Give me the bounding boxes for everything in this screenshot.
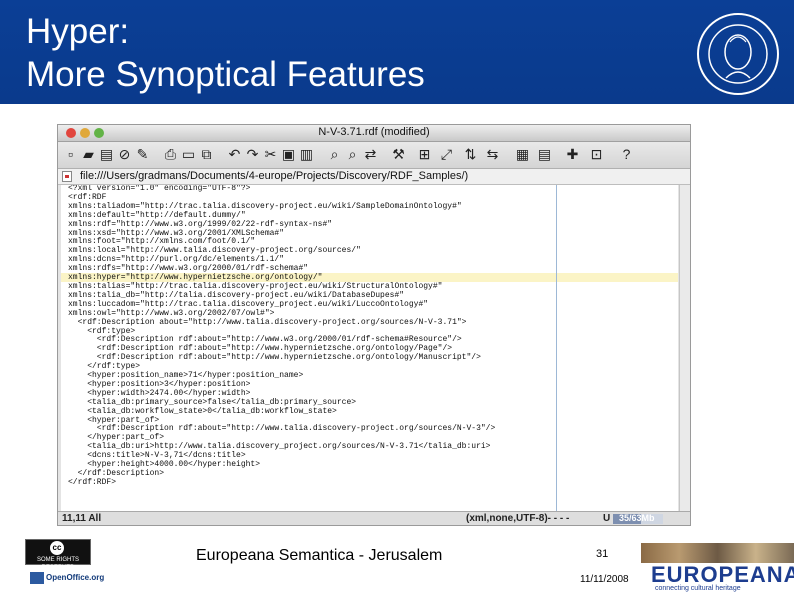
code-line[interactable]: <?xml version="1.0" encoding="UTF-8"?> — [68, 185, 495, 194]
fullscreen-icon[interactable]: ⤢ — [438, 145, 455, 163]
slide-date: 11/11/2008 — [580, 574, 629, 585]
undo-icon[interactable]: ↶ — [226, 145, 243, 163]
slide-header: Hyper: More Synoptical Features — [0, 0, 794, 104]
paste-icon[interactable]: ▥ — [298, 145, 315, 163]
openoffice-text: OpenOffice.org — [46, 573, 105, 582]
code-editor[interactable]: <?xml version="1.0" encoding="UTF-8"?> <r… — [61, 185, 678, 511]
title-line-1: Hyper: — [26, 12, 130, 51]
find-icon[interactable]: ⌕ — [326, 145, 343, 163]
file-icon — [62, 171, 72, 182]
split-icon[interactable]: ⇅ — [462, 145, 479, 163]
new-file-icon[interactable]: ▫ — [62, 145, 79, 163]
help-icon[interactable]: ? — [618, 145, 635, 163]
cc-symbol: cc — [50, 541, 64, 555]
code-text[interactable]: <?xml version="1.0" encoding="UTF-8"?> <r… — [68, 185, 495, 488]
window-titlebar[interactable]: N-V-3.71.rdf (modified) — [58, 125, 690, 142]
copy-icon[interactable]: ⧉ — [198, 145, 215, 163]
edit-pencil-icon[interactable]: ✎ — [134, 145, 151, 163]
creative-commons-logo: cc SOME RIGHTS RESERVED — [25, 539, 91, 571]
memory-indicator: 35/63Mb — [613, 513, 663, 524]
memory-text: 35/63Mb — [619, 513, 655, 523]
page-number: 31 — [596, 548, 609, 560]
cut-icon[interactable]: ✂ — [262, 145, 279, 163]
terminal-icon[interactable]: ▦ — [514, 145, 531, 163]
arrows-icon[interactable]: ⇆ — [484, 145, 501, 163]
code-line[interactable]: </rdf:RDF> — [68, 478, 495, 488]
openoffice-icon — [30, 572, 44, 584]
openoffice-logo: OpenOffice.org — [30, 571, 104, 585]
right-margin-line — [556, 185, 557, 511]
copy-clipboard-icon[interactable]: ▣ — [280, 145, 297, 163]
europeana-logo: EUROPEANA connecting cultural heritage — [641, 543, 794, 595]
title-line-2: More Synoptical Features — [26, 55, 425, 94]
replace-icon[interactable]: ⇄ — [362, 145, 379, 163]
vertical-scrollbar[interactable] — [679, 185, 690, 511]
page-setup-icon[interactable]: ▭ — [180, 145, 197, 163]
slide-title: Hyper: More Synoptical Features — [26, 10, 425, 96]
shell-icon[interactable]: ▤ — [536, 145, 553, 163]
code-line[interactable]: </rdf:Description> — [68, 469, 495, 479]
europeana-tagline: connecting cultural heritage — [655, 585, 741, 592]
add-icon[interactable]: ✚ — [564, 145, 581, 163]
stop-icon[interactable]: ⊘ — [116, 145, 133, 163]
print-icon[interactable]: ⎙ — [162, 145, 179, 163]
editor-window: N-V-3.71.rdf (modified) ▫ ▰ ▤ ⊘ ✎ ⎙ ▭ ⧉ … — [57, 124, 691, 526]
cursor-position: 11,11 All — [62, 513, 102, 524]
memory-used-label: U — [603, 513, 611, 524]
arrange-icon[interactable]: ⊡ — [588, 145, 605, 163]
tools-icon[interactable]: ⚒ — [390, 145, 407, 163]
footer-text: Europeana Semantica - Jerusalem — [196, 547, 443, 564]
cc-rights-text: SOME RIGHTS RESERVED — [36, 557, 79, 571]
find-next-icon[interactable]: ⌕ — [344, 145, 361, 163]
university-seal-icon — [697, 13, 779, 95]
mode-indicator: (xml,none,UTF-8)- - - - — [466, 513, 570, 524]
window-title: N-V-3.71.rdf (modified) — [318, 126, 430, 138]
file-path[interactable]: file:///Users/gradmans/Documents/4-europ… — [80, 169, 468, 184]
toolbar: ▫ ▰ ▤ ⊘ ✎ ⎙ ▭ ⧉ ↶ ↷ ✂ ▣ ▥ ⌕ ⌕ ⇄ ⚒ ⊞ ⤢ ⇅ … — [58, 142, 690, 169]
save-icon[interactable]: ▤ — [98, 145, 115, 163]
path-bar: file:///Users/gradmans/Documents/4-europ… — [58, 169, 690, 185]
grid-icon[interactable]: ⊞ — [416, 145, 433, 163]
status-bar: 11,11 All (xml,none,UTF-8)- - - - 35/63M… — [58, 511, 690, 525]
europeana-banner-image — [641, 543, 794, 563]
open-folder-icon[interactable]: ▰ — [80, 145, 97, 163]
redo-icon[interactable]: ↷ — [244, 145, 261, 163]
